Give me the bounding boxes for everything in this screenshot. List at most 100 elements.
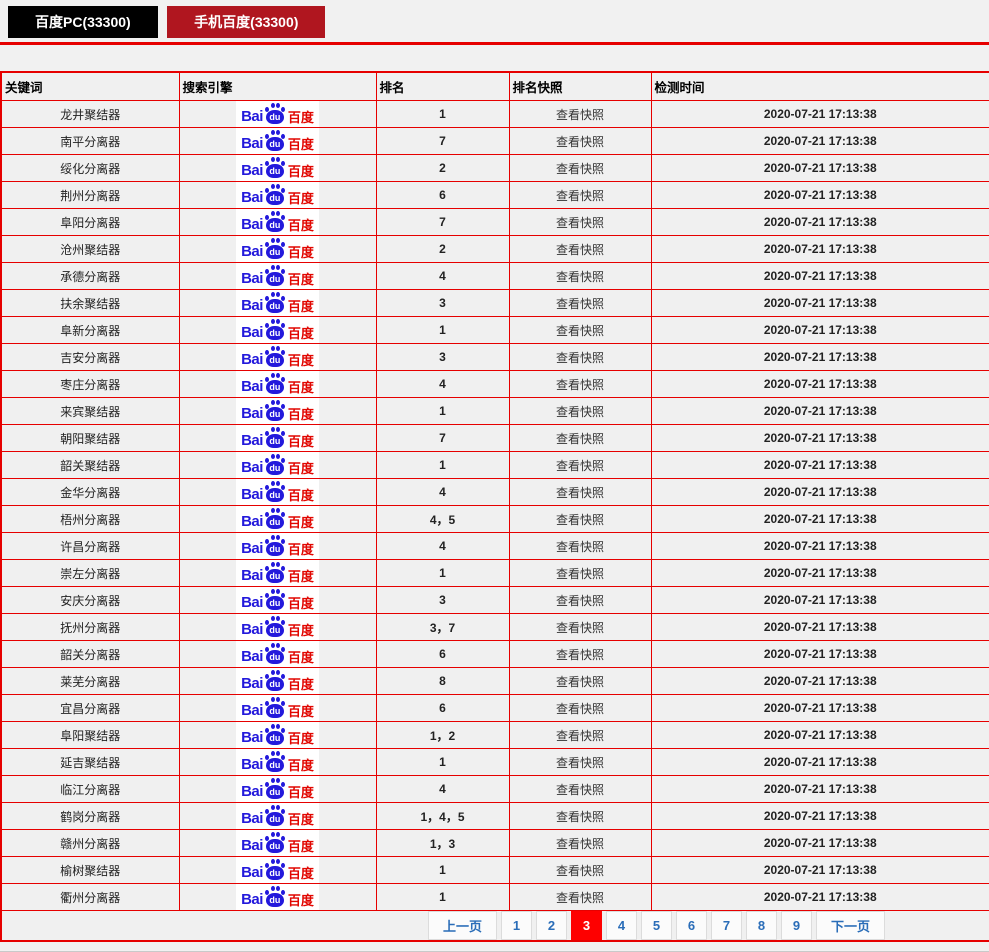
baidu-logo-du: du [269, 139, 280, 149]
page-button-1[interactable]: 1 [501, 911, 532, 940]
page-button-3[interactable]: 3 [571, 911, 602, 940]
time-cell: 2020-07-21 17:13:38 [651, 506, 989, 533]
baidu-paw-icon: du [264, 103, 286, 124]
snapshot-link[interactable]: 查看快照 [556, 162, 604, 176]
baidu-logo-cn: 百度 [288, 408, 314, 421]
snapshot-link[interactable]: 查看快照 [556, 108, 604, 122]
baidu-logo-cn: 百度 [288, 813, 314, 826]
tab-bar: 百度PC(33300) 手机百度(33300) [0, 0, 989, 42]
baidu-logo-icon: Bai du 百度 [236, 749, 319, 775]
baidu-logo-du: du [269, 706, 280, 716]
keyword-cell: 梧州分离器 [1, 506, 179, 533]
baidu-paw-icon: du [264, 832, 286, 853]
snapshot-link[interactable]: 查看快照 [556, 702, 604, 716]
baidu-logo-cn: 百度 [288, 219, 314, 232]
rank-cell: 8 [376, 668, 509, 695]
time-cell: 2020-07-21 17:13:38 [651, 479, 989, 506]
keyword-cell: 龙井聚结器 [1, 101, 179, 128]
snapshot-link[interactable]: 查看快照 [556, 810, 604, 824]
snapshot-link[interactable]: 查看快照 [556, 540, 604, 554]
prev-page-button[interactable]: 上一页 [428, 911, 497, 940]
snapshot-link[interactable]: 查看快照 [556, 405, 604, 419]
engine-cell: Bai du 百度 [179, 533, 376, 560]
time-cell: 2020-07-21 17:13:38 [651, 371, 989, 398]
page-button-6[interactable]: 6 [676, 911, 707, 940]
rank-cell: 6 [376, 641, 509, 668]
snapshot-link[interactable]: 查看快照 [556, 378, 604, 392]
baidu-logo-bai: Bai [241, 649, 263, 664]
tab-baidu-pc[interactable]: 百度PC(33300) [8, 6, 158, 38]
rank-cell: 4 [376, 479, 509, 506]
table-header-row: 关键词 搜索引擎 排名 排名快照 检测时间 [1, 72, 989, 101]
baidu-paw-icon: du [264, 751, 286, 772]
rank-cell: 3 [376, 344, 509, 371]
baidu-paw-icon: du [264, 265, 286, 286]
baidu-logo-cn: 百度 [288, 570, 314, 583]
baidu-logo-du: du [269, 463, 280, 473]
snapshot-link[interactable]: 查看快照 [556, 243, 604, 257]
page-button-8[interactable]: 8 [746, 911, 777, 940]
next-page-button[interactable]: 下一页 [816, 911, 885, 940]
snapshot-cell: 查看快照 [509, 533, 651, 560]
page-button-7[interactable]: 7 [711, 911, 742, 940]
snapshot-link[interactable]: 查看快照 [556, 297, 604, 311]
snapshot-link[interactable]: 查看快照 [556, 459, 604, 473]
snapshot-link[interactable]: 查看快照 [556, 432, 604, 446]
snapshot-link[interactable]: 查看快照 [556, 486, 604, 500]
snapshot-link[interactable]: 查看快照 [556, 324, 604, 338]
page-button-9[interactable]: 9 [781, 911, 812, 940]
keyword-cell: 安庆分离器 [1, 587, 179, 614]
page-button-4[interactable]: 4 [606, 911, 637, 940]
time-cell: 2020-07-21 17:13:38 [651, 182, 989, 209]
keyword-cell: 榆树聚结器 [1, 857, 179, 884]
snapshot-link[interactable]: 查看快照 [556, 594, 604, 608]
time-cell: 2020-07-21 17:13:38 [651, 398, 989, 425]
keyword-cell: 扶余聚结器 [1, 290, 179, 317]
snapshot-link[interactable]: 查看快照 [556, 891, 604, 905]
snapshot-link[interactable]: 查看快照 [556, 567, 604, 581]
engine-cell: Bai du 百度 [179, 884, 376, 911]
keyword-cell: 朝阳聚结器 [1, 425, 179, 452]
engine-cell: Bai du 百度 [179, 587, 376, 614]
table-row: 沧州聚结器 Bai du 百度 2 查看快照 2020-07-21 17:13:… [1, 236, 989, 263]
snapshot-link[interactable]: 查看快照 [556, 648, 604, 662]
baidu-paw-icon: du [264, 427, 286, 448]
snapshot-link[interactable]: 查看快照 [556, 783, 604, 797]
snapshot-cell: 查看快照 [509, 803, 651, 830]
baidu-logo-cn: 百度 [288, 462, 314, 475]
rank-cell: 1 [376, 101, 509, 128]
snapshot-link[interactable]: 查看快照 [556, 513, 604, 527]
snapshot-link[interactable]: 查看快照 [556, 729, 604, 743]
baidu-paw-icon: du [264, 346, 286, 367]
snapshot-link[interactable]: 查看快照 [556, 189, 604, 203]
page-button-2[interactable]: 2 [536, 911, 567, 940]
snapshot-link[interactable]: 查看快照 [556, 351, 604, 365]
tab-mobile-baidu[interactable]: 手机百度(33300) [167, 6, 325, 38]
baidu-logo-bai: Bai [241, 622, 263, 637]
snapshot-link[interactable]: 查看快照 [556, 135, 604, 149]
baidu-logo-du: du [269, 382, 280, 392]
snapshot-link[interactable]: 查看快照 [556, 837, 604, 851]
baidu-logo-bai: Bai [241, 379, 263, 394]
rank-cell: 1 [376, 560, 509, 587]
rank-cell: 4 [376, 533, 509, 560]
snapshot-link[interactable]: 查看快照 [556, 216, 604, 230]
snapshot-link[interactable]: 查看快照 [556, 675, 604, 689]
page-button-5[interactable]: 5 [641, 911, 672, 940]
baidu-paw-icon: du [264, 157, 286, 178]
snapshot-link[interactable]: 查看快照 [556, 756, 604, 770]
table-body: 龙井聚结器 Bai du 百度 1 查看快照 2020-07-21 17:13:… [1, 101, 989, 911]
baidu-logo-icon: Bai du 百度 [236, 425, 319, 451]
baidu-logo-du: du [269, 220, 280, 230]
snapshot-link[interactable]: 查看快照 [556, 864, 604, 878]
baidu-logo-bai: Bai [241, 703, 263, 718]
engine-cell: Bai du 百度 [179, 263, 376, 290]
engine-cell: Bai du 百度 [179, 317, 376, 344]
snapshot-cell: 查看快照 [509, 209, 651, 236]
baidu-paw-icon: du [264, 238, 286, 259]
snapshot-link[interactable]: 查看快照 [556, 270, 604, 284]
baidu-logo-du: du [269, 517, 280, 527]
snapshot-link[interactable]: 查看快照 [556, 621, 604, 635]
baidu-paw-icon: du [264, 130, 286, 151]
time-cell: 2020-07-21 17:13:38 [651, 587, 989, 614]
